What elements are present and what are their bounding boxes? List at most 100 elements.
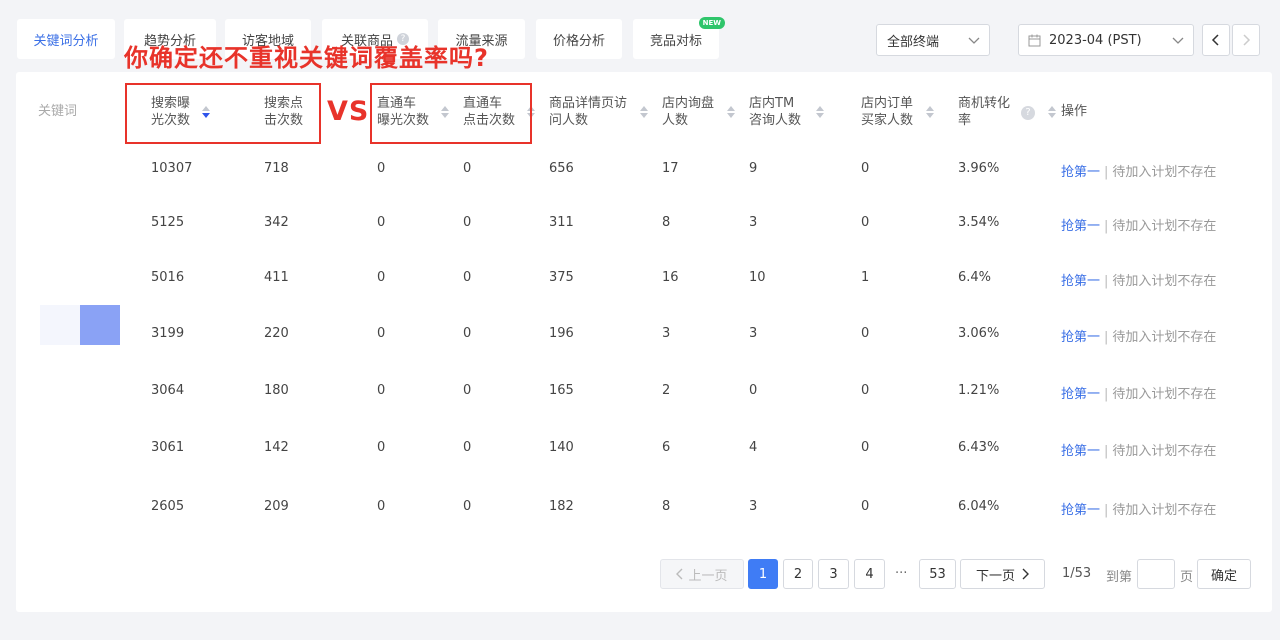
cell-order-buyers: 0 — [861, 326, 870, 341]
plan-status: 待加入计划不存在 — [1112, 330, 1217, 345]
cell-action: 抢第一 | 待加入计划不存在 — [1061, 161, 1216, 180]
page-number: 1 — [758, 566, 768, 582]
header-line: 问人数 — [549, 113, 589, 128]
tab-competitor-benchmark[interactable]: 竞品对标 NEW — [633, 17, 725, 59]
terminal-select[interactable]: 全部终端 — [876, 24, 990, 56]
grab-first-link[interactable]: 抢第一 — [1061, 330, 1100, 345]
cell-action: 抢第一 | 待加入计划不存在 — [1061, 440, 1216, 459]
cell-inquiries: 6 — [662, 440, 671, 455]
col-tm-consults[interactable]: 店内TM 咨询人数 — [749, 95, 801, 129]
goto-confirm-button[interactable]: 确定 — [1197, 559, 1251, 589]
cell-search-impressions: 10307 — [151, 161, 193, 176]
cell-inquiries: 8 — [662, 499, 671, 514]
sort-icon[interactable] — [1048, 106, 1056, 118]
header-line: 买家人数 — [861, 113, 914, 128]
plan-status: 待加入计划不存在 — [1112, 387, 1217, 402]
page-number: 2 — [793, 566, 803, 582]
action-separator: | — [1104, 219, 1109, 234]
cell-order-buyers: 0 — [861, 440, 870, 455]
cell-conversion-rate: 6.04% — [958, 499, 1000, 514]
goto-page-input[interactable] — [1137, 559, 1175, 589]
cell-action: 抢第一 | 待加入计划不存在 — [1061, 383, 1216, 402]
cell-conversion-rate: 3.96% — [958, 161, 1000, 176]
tab-keyword-analysis[interactable]: 关键词分析 — [17, 19, 115, 59]
next-month-button[interactable] — [1232, 24, 1260, 56]
cell-search-clicks: 209 — [264, 499, 289, 514]
cell-search-clicks: 342 — [264, 215, 289, 230]
page-2-button[interactable]: 2 — [783, 559, 813, 589]
sort-icon[interactable] — [640, 106, 648, 118]
help-icon[interactable]: ? — [1021, 106, 1035, 120]
pagination-ellipsis[interactable]: ··· — [895, 566, 907, 581]
header-line: 人数 — [662, 113, 689, 128]
cell-p4p-clicks: 0 — [463, 383, 472, 398]
cell-inquiries: 2 — [662, 383, 671, 398]
new-badge: NEW — [698, 17, 725, 29]
col-conversion-rate[interactable]: 商机转化率 — [958, 95, 1010, 129]
plan-status: 待加入计划不存在 — [1112, 503, 1217, 518]
col-action: 操作 — [1061, 104, 1088, 119]
cell-p4p-impressions: 0 — [377, 161, 386, 176]
cell-p4p-impressions: 0 — [377, 215, 386, 230]
cell-conversion-rate: 6.43% — [958, 440, 1000, 455]
cell-detail-visitors: 375 — [549, 270, 574, 285]
annotation-box-search — [125, 83, 321, 144]
prev-month-button[interactable] — [1202, 24, 1230, 56]
cell-action: 抢第一 | 待加入计划不存在 — [1061, 270, 1216, 289]
cell-search-clicks: 180 — [264, 383, 289, 398]
grab-first-link[interactable]: 抢第一 — [1061, 503, 1100, 518]
col-inquiries[interactable]: 店内询盘 人数 — [662, 95, 714, 129]
cell-detail-visitors: 140 — [549, 440, 574, 455]
sort-icon[interactable] — [926, 106, 934, 118]
next-page-label: 下一页 — [975, 568, 1015, 584]
cell-search-clicks: 411 — [264, 270, 289, 285]
chevron-down-icon — [968, 37, 980, 44]
cell-p4p-impressions: 0 — [377, 270, 386, 285]
header-line: 店内询盘 — [662, 96, 715, 111]
next-page-button[interactable]: 下一页 — [960, 559, 1045, 589]
chevron-right-icon — [1022, 568, 1029, 580]
plan-status: 待加入计划不存在 — [1112, 165, 1217, 180]
cell-search-impressions: 5125 — [151, 215, 185, 230]
date-select[interactable]: 2023-04 (PST) — [1018, 24, 1194, 56]
cell-conversion-rate: 1.21% — [958, 383, 1000, 398]
cell-tm-consults: 3 — [749, 326, 758, 341]
grab-first-link[interactable]: 抢第一 — [1061, 274, 1100, 289]
cell-action: 抢第一 | 待加入计划不存在 — [1061, 499, 1216, 518]
page-number: 3 — [829, 566, 838, 582]
chevron-left-icon — [676, 568, 683, 580]
sort-icon[interactable] — [816, 106, 824, 118]
page-1-button[interactable]: 1 — [748, 559, 778, 589]
sort-icon[interactable] — [727, 106, 735, 118]
page-last-button[interactable]: 53 — [919, 559, 956, 589]
page-unit-label: 页 — [1180, 570, 1194, 585]
col-order-buyers[interactable]: 店内订单 买家人数 — [861, 95, 913, 129]
chevron-down-icon — [1172, 37, 1184, 44]
cell-p4p-impressions: 0 — [377, 383, 386, 398]
cell-inquiries: 3 — [662, 326, 671, 341]
cell-p4p-impressions: 0 — [377, 440, 386, 455]
tab-price-analysis[interactable]: 价格分析 — [536, 19, 622, 59]
cell-detail-visitors: 311 — [549, 215, 574, 230]
chevron-left-icon — [1211, 34, 1219, 46]
grab-first-link[interactable]: 抢第一 — [1061, 387, 1100, 402]
cell-tm-consults: 3 — [749, 499, 758, 514]
cell-action: 抢第一 | 待加入计划不存在 — [1061, 215, 1216, 234]
prev-page-button[interactable]: 上一页 — [660, 559, 744, 589]
grab-first-link[interactable]: 抢第一 — [1061, 165, 1100, 180]
cell-search-impressions: 2605 — [151, 499, 185, 514]
cell-order-buyers: 0 — [861, 161, 870, 176]
action-separator: | — [1104, 503, 1109, 518]
tab-label: 价格分析 — [552, 33, 605, 49]
col-detail-visitors[interactable]: 商品详情页访 问人数 — [549, 95, 627, 129]
page-number: 4 — [865, 566, 874, 582]
cell-tm-consults: 3 — [749, 215, 758, 230]
page-4-button[interactable]: 4 — [854, 559, 885, 589]
cell-search-clicks: 142 — [264, 440, 289, 455]
header-line: 咨询人数 — [749, 113, 802, 128]
cell-tm-consults: 10 — [749, 270, 766, 285]
grab-first-link[interactable]: 抢第一 — [1061, 219, 1100, 234]
cell-p4p-impressions: 0 — [377, 499, 386, 514]
grab-first-link[interactable]: 抢第一 — [1061, 444, 1100, 459]
page-3-button[interactable]: 3 — [818, 559, 849, 589]
